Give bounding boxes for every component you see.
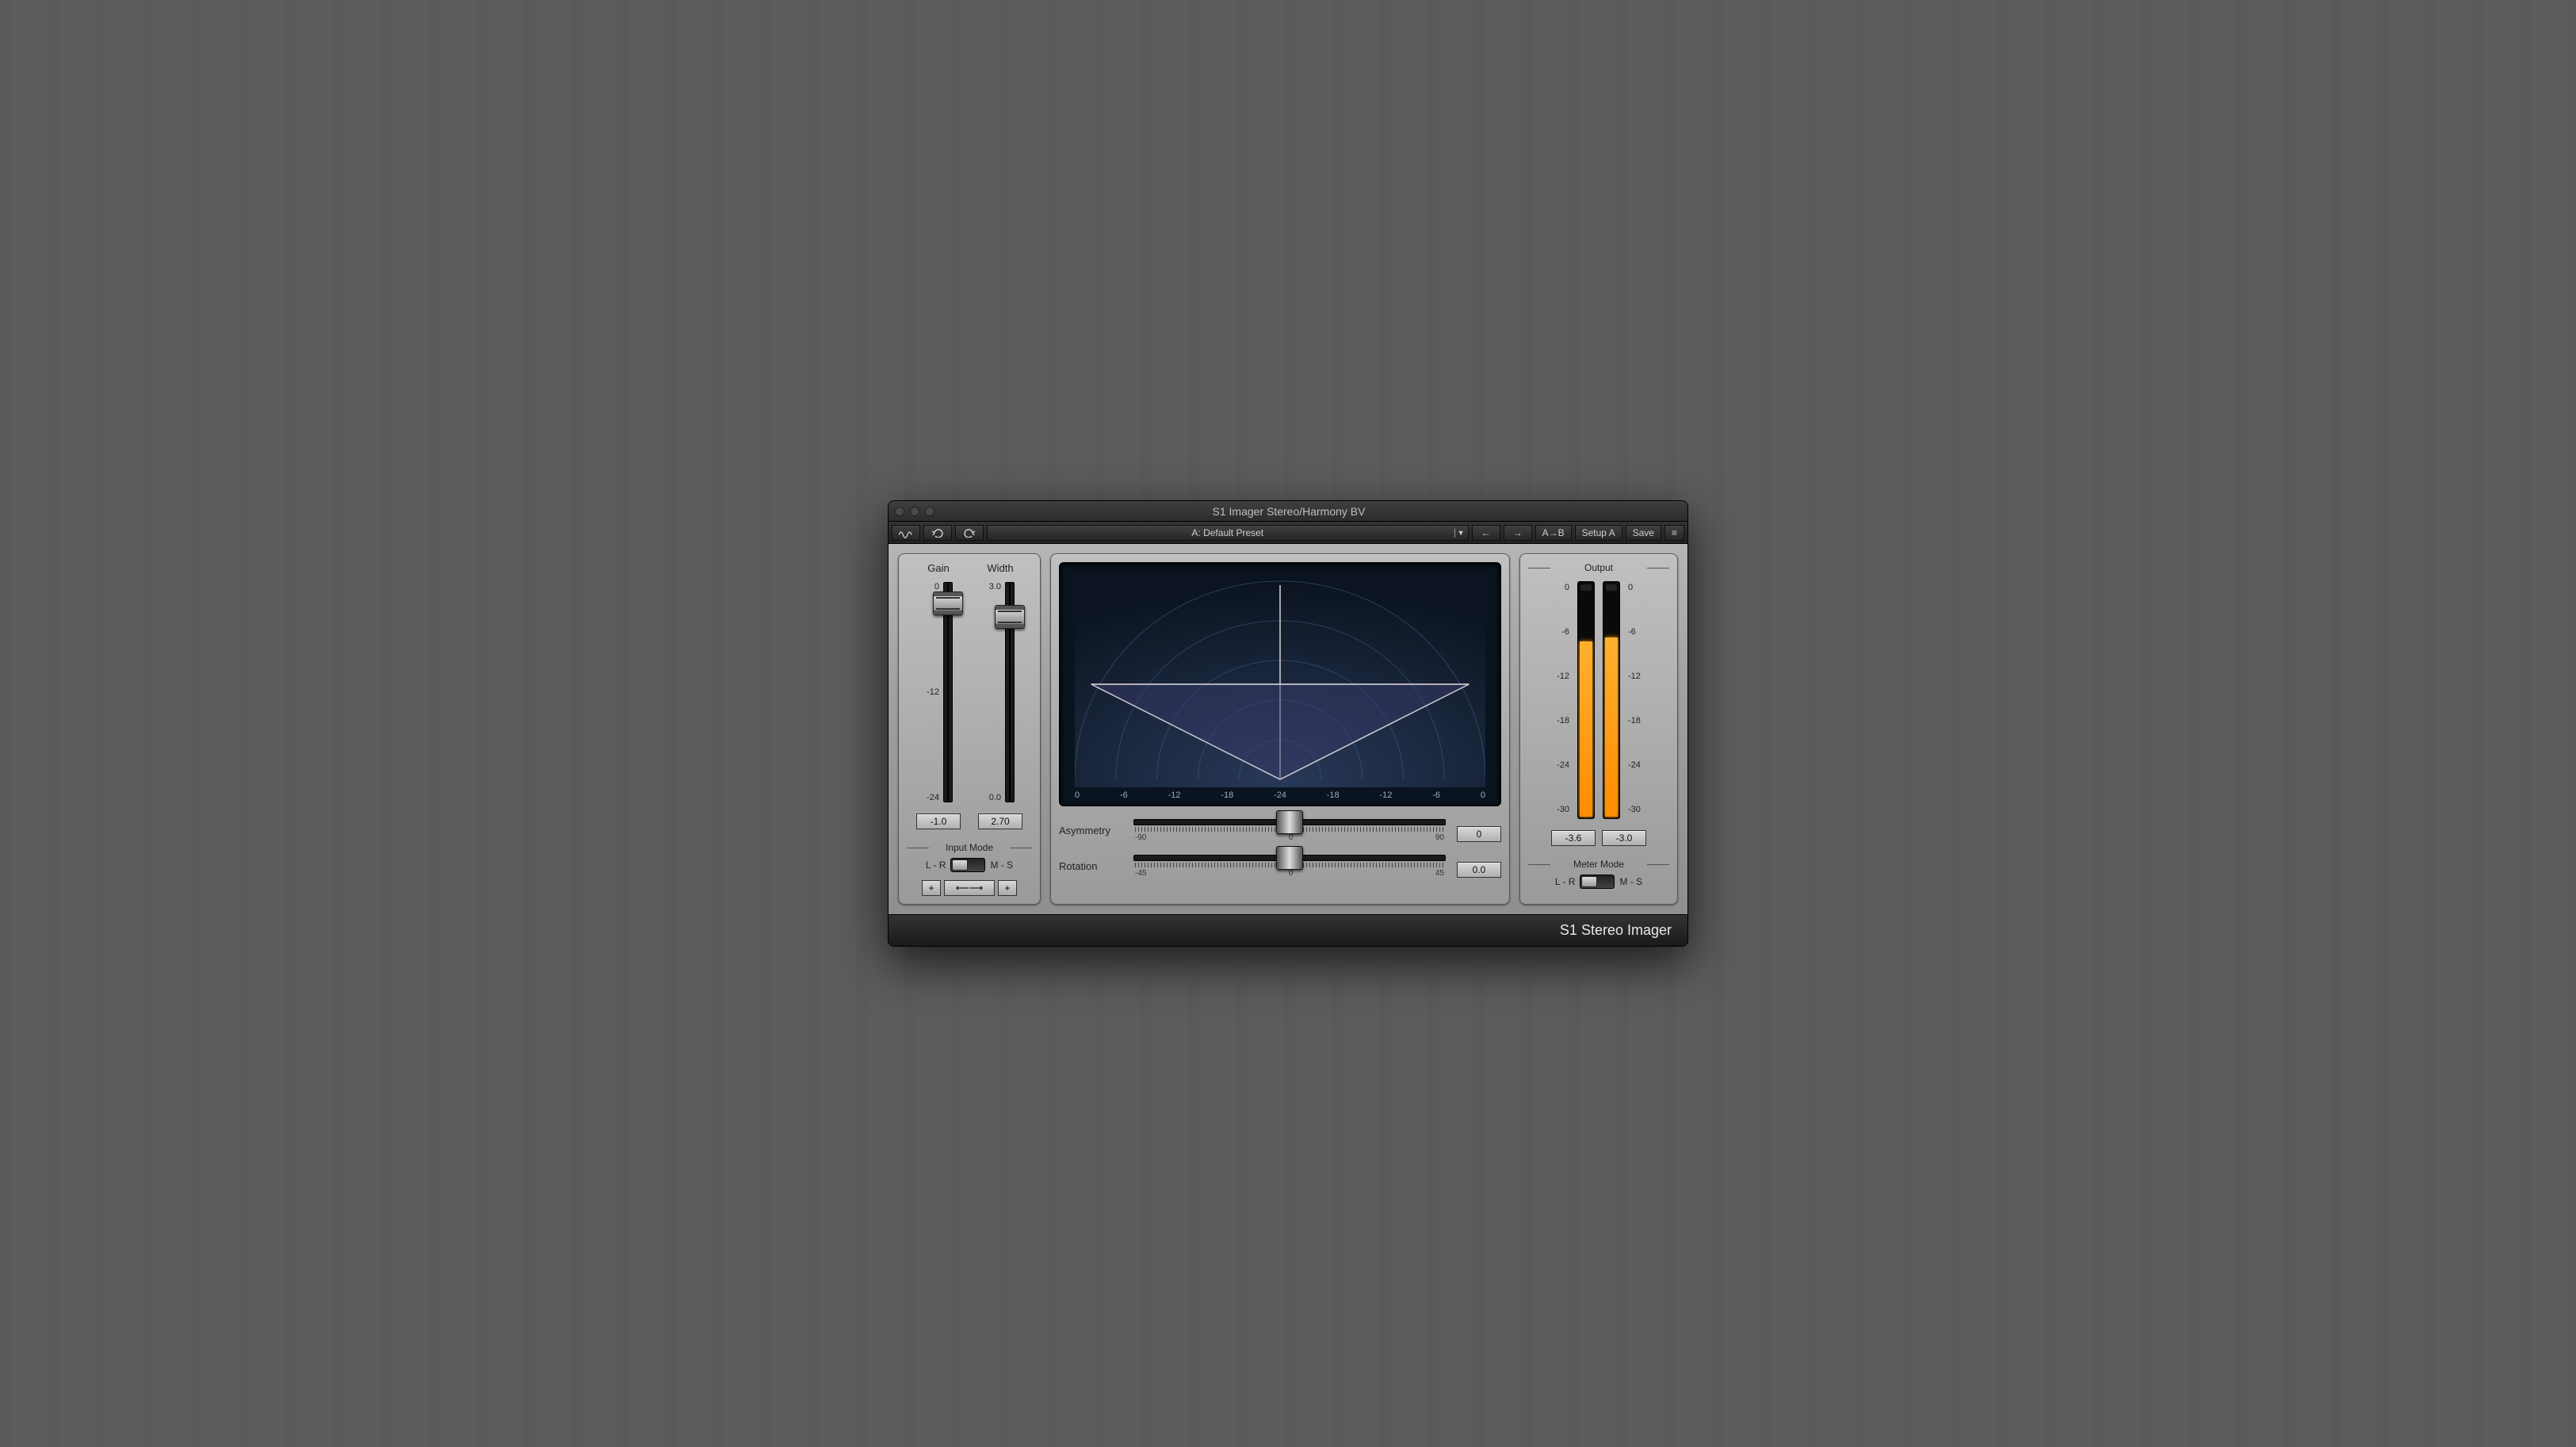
scope-panel: 0-6 -12-18 -24-18 -12-6 0 Asymmetry -90 bbox=[1050, 553, 1510, 905]
redo-button[interactable] bbox=[955, 525, 984, 541]
titlebar: S1 Imager Stereo/Harmony BV bbox=[889, 501, 1687, 522]
zoom-icon[interactable] bbox=[925, 507, 934, 516]
setup-button[interactable]: Setup A bbox=[1575, 525, 1622, 541]
toolbar: A: Default Preset │▼ ← → A→B Setup A Sav… bbox=[889, 522, 1687, 544]
preset-dropdown[interactable]: A: Default Preset │▼ bbox=[987, 525, 1469, 541]
rotation-value[interactable]: 0.0 bbox=[1457, 862, 1501, 878]
input-mode-lr-label: L - R bbox=[926, 859, 946, 871]
asymmetry-slider[interactable] bbox=[1133, 819, 1446, 825]
input-mode-ms-label: M - S bbox=[990, 859, 1013, 871]
width-label: Width bbox=[987, 562, 1013, 574]
meter-mode-ms-label: M - S bbox=[1619, 876, 1642, 887]
minimize-icon[interactable] bbox=[910, 507, 919, 516]
meter-mode-label: Meter Mode bbox=[1528, 859, 1669, 870]
plus-left-button[interactable]: + bbox=[922, 880, 941, 896]
output-right-value[interactable]: -3.0 bbox=[1602, 830, 1646, 846]
save-button[interactable]: Save bbox=[1626, 525, 1661, 541]
output-left-value[interactable]: -3.6 bbox=[1551, 830, 1596, 846]
preset-label: A: Default Preset bbox=[1191, 527, 1263, 538]
next-preset-button[interactable]: → bbox=[1504, 525, 1532, 541]
close-icon[interactable] bbox=[895, 507, 904, 516]
meter-mode-switch[interactable] bbox=[1580, 875, 1615, 889]
undo-button[interactable] bbox=[923, 525, 952, 541]
swap-button[interactable]: ⟵⟶ bbox=[944, 880, 995, 896]
prev-preset-button[interactable]: ← bbox=[1472, 525, 1500, 541]
meter-mode-lr-label: L - R bbox=[1555, 876, 1576, 887]
width-fader[interactable] bbox=[1005, 582, 1015, 802]
input-panel: Gain 0 -12 -24 -1.0 bbox=[898, 553, 1041, 905]
output-meter-left bbox=[1577, 581, 1595, 819]
gain-fader[interactable] bbox=[943, 582, 953, 802]
output-meter-right bbox=[1603, 581, 1620, 819]
window-title: S1 Imager Stereo/Harmony BV bbox=[944, 505, 1634, 518]
width-value[interactable]: 2.70 bbox=[978, 813, 1022, 829]
input-mode-switch[interactable] bbox=[950, 858, 985, 872]
waves-logo-icon[interactable] bbox=[892, 525, 920, 541]
output-label: Output bbox=[1528, 562, 1669, 573]
ab-copy-button[interactable]: A→B bbox=[1535, 525, 1572, 541]
asymmetry-label: Asymmetry bbox=[1059, 825, 1122, 836]
footer-title: S1 Stereo Imager bbox=[889, 914, 1687, 946]
rotation-slider[interactable] bbox=[1133, 855, 1446, 861]
menu-button[interactable]: ≡ bbox=[1664, 525, 1684, 541]
scope-scale: 0-6 -12-18 -24-18 -12-6 0 bbox=[1075, 787, 1485, 802]
gain-value[interactable]: -1.0 bbox=[916, 813, 961, 829]
stereo-scope: 0-6 -12-18 -24-18 -12-6 0 bbox=[1059, 562, 1501, 806]
output-panel: Output 0-6 -12-18 -24-30 0-6 -12-18 bbox=[1519, 553, 1678, 905]
plus-right-button[interactable]: + bbox=[998, 880, 1017, 896]
gain-label: Gain bbox=[927, 562, 949, 574]
rotation-label: Rotation bbox=[1059, 860, 1122, 872]
plugin-window: S1 Imager Stereo/Harmony BV A: Default P… bbox=[888, 500, 1688, 947]
dropdown-icon: │▼ bbox=[1453, 529, 1465, 537]
asymmetry-value[interactable]: 0 bbox=[1457, 826, 1501, 842]
input-mode-label: Input Mode bbox=[907, 842, 1032, 853]
